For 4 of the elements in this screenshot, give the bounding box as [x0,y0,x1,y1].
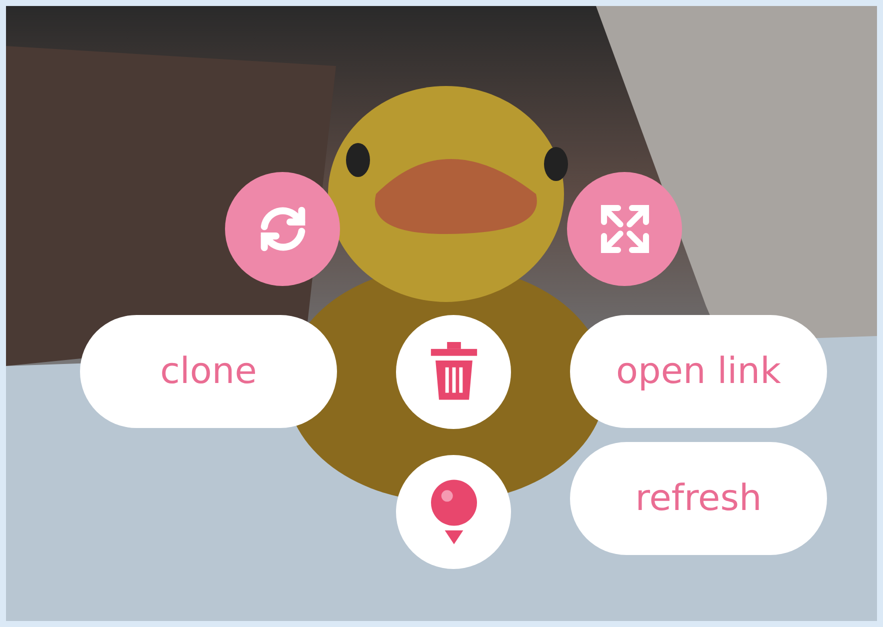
menu-text-button[interactable]: open link [570,315,827,428]
pin-icon [430,479,476,545]
menu-text-button[interactable]: clone [80,315,337,428]
menu-text-button[interactable]: refresh [570,442,827,555]
